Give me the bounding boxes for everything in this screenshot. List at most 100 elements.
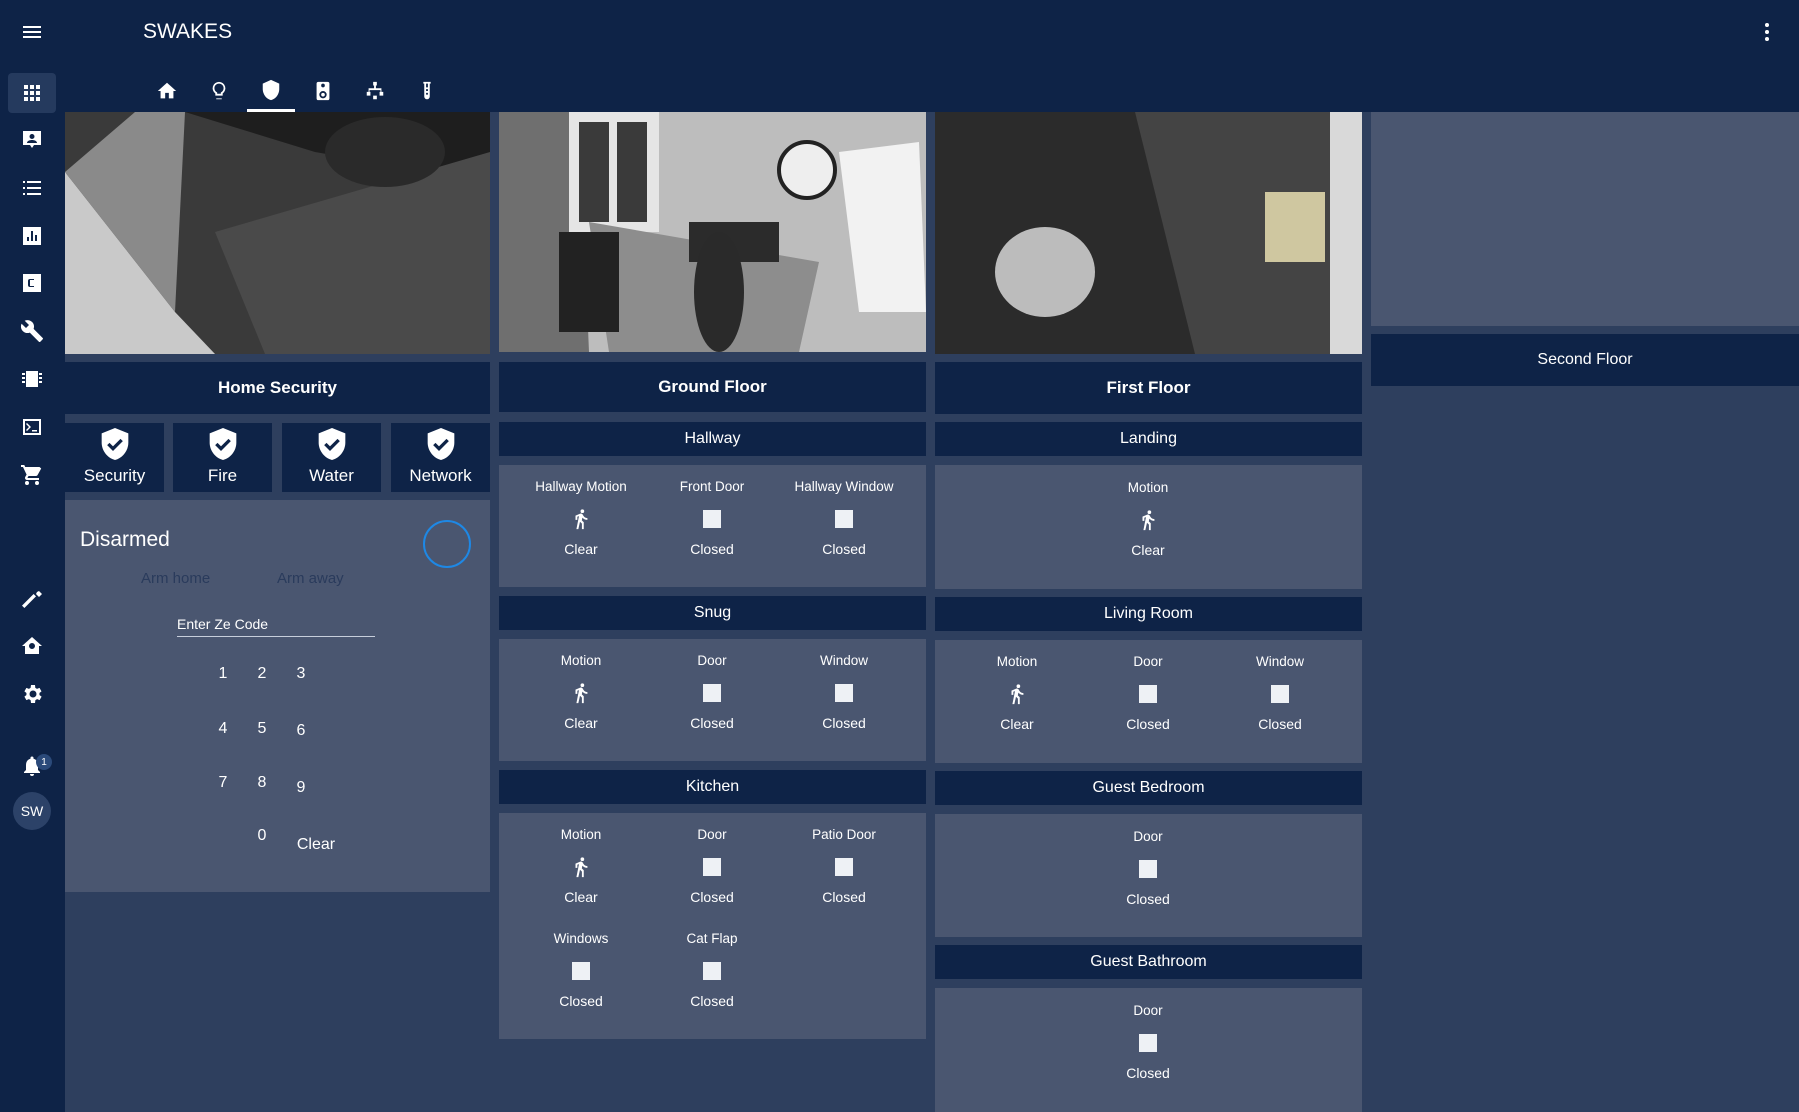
keypad-key-5[interactable]: 5 — [247, 720, 277, 738]
section-title-first-floor: First Floor — [935, 362, 1362, 414]
tab-media[interactable] — [299, 70, 347, 112]
cart-icon[interactable] — [8, 455, 56, 495]
room-title-kitchen: Kitchen — [499, 770, 926, 804]
sensor-patio-door[interactable]: Patio Door Closed — [779, 827, 909, 905]
home-gear-icon[interactable] — [8, 626, 56, 666]
walk-icon — [575, 509, 588, 530]
room-title-snug: Snug — [499, 596, 926, 630]
lightbulb-icon — [212, 81, 226, 100]
sensor-front-door[interactable]: Front Door Closed — [647, 479, 777, 557]
contact-closed-icon — [703, 962, 721, 980]
contact-closed-icon — [1271, 685, 1289, 703]
alarm-status-ring-icon — [423, 520, 471, 568]
tab-lights[interactable] — [195, 70, 243, 112]
tab-network[interactable] — [351, 70, 399, 112]
sensor-cat-flap[interactable]: Cat Flap Closed — [647, 931, 777, 1009]
status-button-water[interactable]: Water — [282, 423, 381, 492]
walk-icon — [1011, 684, 1024, 705]
keypad-key-6[interactable]: 6 — [286, 722, 316, 740]
hammer-icon[interactable] — [8, 578, 56, 618]
test-tube-icon — [423, 81, 431, 100]
keypad-key-2[interactable]: 2 — [247, 665, 277, 683]
status-button-fire[interactable]: Fire — [173, 423, 272, 492]
avatar[interactable]: SW — [13, 792, 51, 830]
arm-home-button[interactable]: Arm home — [141, 570, 210, 587]
chip-icon[interactable] — [8, 359, 56, 399]
tab-home[interactable] — [143, 70, 191, 112]
room-title-hallway: Hallway — [499, 422, 926, 456]
home-icon — [157, 82, 177, 99]
sensor-snug-window[interactable]: Window Closed — [779, 653, 909, 731]
terminal-icon[interactable] — [8, 407, 56, 447]
contact-closed-icon — [703, 510, 721, 528]
alarm-panel: Disarmed Arm home Arm away Enter Ze Code… — [65, 500, 490, 892]
keypad-key-7[interactable]: 7 — [208, 774, 238, 792]
tab-security[interactable] — [247, 70, 295, 112]
keypad-key-8[interactable]: 8 — [247, 774, 277, 792]
sensor-snug-door[interactable]: Door Closed — [647, 653, 777, 731]
keypad-key-1[interactable]: 1 — [208, 665, 238, 683]
keypad-key-4[interactable]: 4 — [208, 720, 238, 738]
contact-closed-icon — [835, 684, 853, 702]
account-box-icon[interactable] — [8, 120, 56, 160]
section-title-ground-floor: Ground Floor — [499, 362, 926, 412]
room-card-landing: Motion Clear — [935, 465, 1362, 589]
walk-icon — [575, 857, 588, 878]
contact-closed-icon — [703, 858, 721, 876]
network-icon — [366, 81, 384, 100]
more-vert-icon[interactable] — [1755, 18, 1779, 46]
page-title: SWAKES — [143, 20, 233, 43]
sensor-kitchen-door[interactable]: Door Closed — [647, 827, 777, 905]
chart-icon[interactable] — [8, 216, 56, 256]
sensor-guest-bedroom-door[interactable]: Door Closed — [1083, 829, 1213, 907]
keypad-key-3[interactable]: 3 — [286, 665, 316, 683]
sensor-living-motion[interactable]: Motion Clear — [952, 654, 1082, 732]
dashboard-grid-icon[interactable] — [8, 73, 56, 113]
shield-check-icon — [101, 428, 128, 460]
walk-icon — [1142, 510, 1155, 531]
room-card-living-room: Motion Clear Door Closed Window Closed — [935, 640, 1362, 763]
camera-feed-kitchen[interactable] — [499, 112, 926, 352]
sensor-guest-bathroom-door[interactable]: Door Closed — [1083, 1003, 1213, 1081]
section-title-home-security: Home Security — [65, 362, 490, 414]
room-title-landing: Landing — [935, 422, 1362, 456]
contact-closed-icon — [1139, 685, 1157, 703]
sensor-kitchen-windows[interactable]: Windows Closed — [516, 931, 646, 1009]
room-title-guest-bedroom: Guest Bedroom — [935, 771, 1362, 805]
wrench-icon[interactable] — [8, 311, 56, 351]
sensor-kitchen-motion[interactable]: Motion Clear — [516, 827, 646, 905]
sensor-living-window[interactable]: Window Closed — [1215, 654, 1345, 732]
speaker-icon — [316, 81, 330, 101]
sensor-living-door[interactable]: Door Closed — [1083, 654, 1213, 732]
menu-icon[interactable] — [8, 12, 56, 52]
tab-test[interactable] — [403, 70, 451, 112]
sensor-snug-motion[interactable]: Motion Clear — [516, 653, 646, 731]
code-input[interactable]: Enter Ze Code — [177, 616, 375, 637]
room-title-living-room: Living Room — [935, 597, 1362, 631]
keypad-key-0[interactable]: 0 — [247, 827, 277, 845]
camera-feed-driveway[interactable] — [65, 112, 490, 354]
room-card-snug: Motion Clear Door Closed Window Closed — [499, 639, 926, 761]
keypad-key-9[interactable]: 9 — [286, 779, 316, 797]
section-title-second-floor: Second Floor — [1371, 334, 1799, 386]
sensor-hallway-window[interactable]: Hallway Window Closed — [779, 479, 909, 557]
keypad-clear-button[interactable]: Clear — [291, 836, 341, 854]
room-title-guest-bathroom: Guest Bathroom — [935, 945, 1362, 979]
contact-closed-icon — [1139, 1034, 1157, 1052]
c-box-icon[interactable] — [8, 263, 56, 303]
camera-feed-garden[interactable] — [935, 112, 1362, 354]
sensor-landing-motion[interactable]: Motion Clear — [1083, 480, 1213, 558]
room-card-kitchen: Motion Clear Door Closed Patio Door Closed … — [499, 813, 926, 1039]
room-card-guest-bedroom: Door Closed — [935, 814, 1362, 937]
alarm-state: Disarmed — [80, 528, 170, 551]
contact-closed-icon — [572, 962, 590, 980]
room-card-hallway: Hallway Motion Clear Front Door Closed Hal… — [499, 465, 926, 587]
list-icon[interactable] — [8, 168, 56, 208]
app-header: SWAKES — [65, 0, 1799, 112]
settings-icon[interactable] — [8, 674, 56, 714]
walk-icon — [575, 683, 588, 704]
arm-away-button[interactable]: Arm away — [277, 570, 344, 587]
status-button-network[interactable]: Network — [391, 423, 490, 492]
status-button-security[interactable]: Security — [65, 423, 164, 492]
sensor-hallway-motion[interactable]: Hallway Motion Clear — [516, 479, 646, 557]
